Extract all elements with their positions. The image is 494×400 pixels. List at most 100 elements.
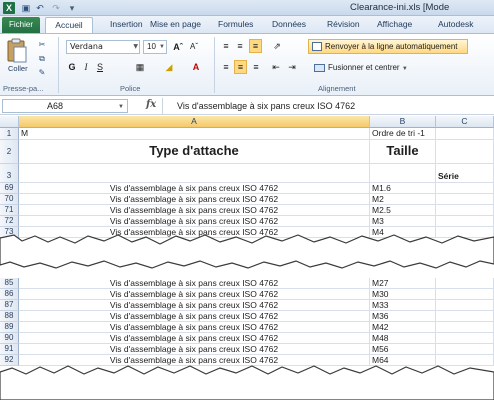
borders-icon[interactable]: ▦ <box>132 60 148 74</box>
font-size-select[interactable]: 10 ▼ <box>143 40 167 54</box>
table-cell-type[interactable]: Vis d'assemblage à six pans creux ISO 47… <box>19 322 370 333</box>
redo-icon[interactable]: ↷ <box>50 2 62 14</box>
customize-toolbar-icon[interactable]: ▾ <box>66 2 78 14</box>
align-bottom-icon[interactable]: ≡ <box>249 39 262 53</box>
cell-a3[interactable] <box>19 164 370 183</box>
table-cell-type[interactable]: Vis d'assemblage à six pans creux ISO 47… <box>19 289 370 300</box>
table-cell-size[interactable]: M56 <box>370 344 436 355</box>
decrease-indent-icon[interactable]: ⇤ <box>270 60 282 74</box>
row-header[interactable]: 86 <box>0 289 19 300</box>
cell-b2[interactable]: Taille <box>370 140 436 164</box>
table-cell-series[interactable] <box>436 289 494 300</box>
table-cell-type[interactable]: Vis d'assemblage à six pans creux ISO 47… <box>19 194 370 205</box>
table-cell-size[interactable]: M2.5 <box>370 205 436 216</box>
cut-icon[interactable]: ✂ <box>36 40 48 50</box>
tab-page-layout[interactable]: Mise en page <box>150 17 201 33</box>
cell-a2[interactable]: Type d'attache <box>19 140 370 164</box>
column-header-c[interactable]: C <box>436 116 494 128</box>
paste-icon[interactable] <box>6 38 28 64</box>
row-header[interactable]: 89 <box>0 322 19 333</box>
column-header-a[interactable]: A <box>19 116 370 128</box>
shrink-font-icon[interactable]: Aˇ <box>188 40 200 54</box>
tab-autodesk[interactable]: Autodesk <box>438 17 473 33</box>
row-header[interactable]: 70 <box>0 194 19 205</box>
table-cell-type[interactable]: Vis d'assemblage à six pans creux ISO 47… <box>19 205 370 216</box>
font-name-select[interactable]: Verdana ▼ <box>66 40 140 54</box>
row-header[interactable]: 87 <box>0 300 19 311</box>
table-cell-type[interactable]: Vis d'assemblage à six pans creux ISO 47… <box>19 344 370 355</box>
table-cell-size[interactable]: M2 <box>370 194 436 205</box>
table-cell-series[interactable] <box>436 278 494 289</box>
row-header[interactable]: 85 <box>0 278 19 289</box>
column-header-b[interactable]: B <box>370 116 436 128</box>
table-cell-series[interactable] <box>436 300 494 311</box>
tab-file[interactable]: Fichier <box>2 17 40 33</box>
format-painter-icon[interactable]: ✎ <box>36 68 48 78</box>
row-header[interactable]: 72 <box>0 216 19 227</box>
excel-logo-icon[interactable]: X <box>3 2 15 14</box>
row-header[interactable]: 69 <box>0 183 19 194</box>
align-middle-icon[interactable]: ≡ <box>234 39 246 53</box>
cell-b1[interactable]: Ordre de tri -1 <box>370 128 436 140</box>
tab-home[interactable]: Accueil <box>45 17 93 33</box>
select-all-corner[interactable] <box>0 116 19 128</box>
merge-center-button[interactable]: Fusionner et centrer ▼ <box>312 61 432 75</box>
tab-data[interactable]: Données <box>272 17 306 33</box>
save-icon[interactable]: ▣ <box>20 2 32 14</box>
paste-button-label[interactable]: Coller <box>8 64 28 73</box>
tab-insert[interactable]: Insertion <box>110 17 143 33</box>
cell-a1[interactable]: M <box>19 128 370 140</box>
table-cell-size[interactable]: M30 <box>370 289 436 300</box>
wrap-text-button[interactable]: Renvoyer à la ligne automatiquement <box>308 39 468 54</box>
row-header[interactable]: 2 <box>0 140 19 164</box>
align-center-icon[interactable]: ≡ <box>234 60 247 74</box>
table-cell-series[interactable] <box>436 194 494 205</box>
tab-formulas[interactable]: Formules <box>218 17 253 33</box>
table-cell-size[interactable]: M1.6 <box>370 183 436 194</box>
row-header[interactable]: 3 <box>0 164 19 183</box>
copy-icon[interactable]: ⧉ <box>36 54 48 64</box>
row-header[interactable]: 91 <box>0 344 19 355</box>
row-header[interactable]: 1 <box>0 128 19 140</box>
formula-input[interactable]: Vis d'assemblage à six pans creux ISO 47… <box>162 98 492 114</box>
row-header[interactable]: 71 <box>0 205 19 216</box>
undo-icon[interactable]: ↶ <box>34 2 46 14</box>
table-cell-series[interactable] <box>436 333 494 344</box>
table-cell-size[interactable]: M36 <box>370 311 436 322</box>
tab-review[interactable]: Révision <box>327 17 360 33</box>
italic-button[interactable]: I <box>80 60 92 74</box>
increase-indent-icon[interactable]: ⇥ <box>286 60 298 74</box>
row-header[interactable]: 90 <box>0 333 19 344</box>
grow-font-icon[interactable]: Aˆ <box>172 40 184 54</box>
table-cell-series[interactable] <box>436 322 494 333</box>
underline-button[interactable]: S <box>94 60 106 74</box>
align-left-icon[interactable]: ≡ <box>220 60 232 74</box>
table-cell-type[interactable]: Vis d'assemblage à six pans creux ISO 47… <box>19 278 370 289</box>
orientation-icon[interactable]: ⇗ <box>270 39 284 53</box>
table-cell-size[interactable]: M42 <box>370 322 436 333</box>
table-cell-series[interactable] <box>436 311 494 322</box>
table-cell-type[interactable]: Vis d'assemblage à six pans creux ISO 47… <box>19 311 370 322</box>
align-top-icon[interactable]: ≡ <box>220 39 232 53</box>
table-cell-series[interactable] <box>436 183 494 194</box>
table-cell-size[interactable]: M33 <box>370 300 436 311</box>
name-box[interactable]: A68 ▼ <box>2 99 128 113</box>
table-cell-type[interactable]: Vis d'assemblage à six pans creux ISO 47… <box>19 216 370 227</box>
cell-c2[interactable] <box>436 140 494 164</box>
cell-c3[interactable]: Série <box>436 164 494 183</box>
tab-view[interactable]: Affichage <box>377 17 412 33</box>
table-cell-size[interactable]: M3 <box>370 216 436 227</box>
table-cell-series[interactable] <box>436 216 494 227</box>
table-cell-series[interactable] <box>436 205 494 216</box>
align-right-icon[interactable]: ≡ <box>250 60 262 74</box>
table-cell-type[interactable]: Vis d'assemblage à six pans creux ISO 47… <box>19 183 370 194</box>
row-header[interactable]: 88 <box>0 311 19 322</box>
table-cell-series[interactable] <box>436 344 494 355</box>
table-cell-type[interactable]: Vis d'assemblage à six pans creux ISO 47… <box>19 300 370 311</box>
fill-color-icon[interactable]: ◢ <box>162 60 176 74</box>
table-cell-type[interactable]: Vis d'assemblage à six pans creux ISO 47… <box>19 333 370 344</box>
table-cell-size[interactable]: M48 <box>370 333 436 344</box>
cell-b3[interactable] <box>370 164 436 183</box>
cell-c1[interactable] <box>436 128 494 140</box>
font-color-icon[interactable]: A <box>190 60 202 74</box>
